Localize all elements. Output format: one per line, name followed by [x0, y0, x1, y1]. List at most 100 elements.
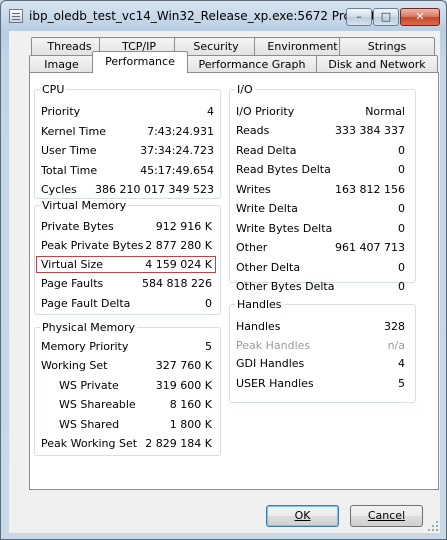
handles-value: 328 — [384, 320, 405, 333]
ws-shared-row: WS Shared 1 800 K — [59, 416, 212, 433]
maximize-button[interactable]: □ — [373, 8, 399, 26]
memory-priority-value: 5 — [205, 340, 212, 353]
total-time-row: Total Time 45:17:49.654 — [41, 162, 214, 179]
user-time-label: User Time — [41, 144, 97, 157]
other-bytes-delta-label: Other Bytes Delta — [236, 280, 335, 293]
kernel-time-value: 7:43:24.931 — [147, 125, 214, 138]
handles-label: Handles — [236, 320, 281, 333]
peak-private-bytes-value: 2 877 280 K — [145, 239, 212, 252]
tab-environment[interactable]: Environment — [254, 37, 351, 55]
virtual-size-value: 4 159 024 K — [145, 258, 212, 271]
user-time-row: User Time 37:34:24.723 — [41, 142, 214, 159]
tab-strings[interactable]: Strings — [339, 37, 435, 55]
ws-shareable-value: 8 160 K — [169, 398, 212, 411]
kernel-time-row: Kernel Time 7:43:24.931 — [41, 123, 214, 140]
physical-memory-group-title: Physical Memory — [42, 321, 135, 334]
page-fault-delta-value: 0 — [205, 297, 212, 310]
gdi-handles-row: GDI Handles 4 — [236, 355, 405, 372]
writes-row: Writes 163 812 156 — [236, 181, 405, 198]
other-delta-label: Other Delta — [236, 261, 301, 274]
tab-image[interactable]: Image — [29, 55, 94, 73]
ok-button-label: OK — [294, 509, 311, 522]
properties-window: ibp_oledb_test_vc14_Win32_Release_xp.exe… — [0, 0, 447, 540]
total-time-value: 45:17:49.654 — [140, 164, 214, 177]
kernel-time-label: Kernel Time — [41, 125, 106, 138]
ws-shared-value: 1 800 K — [169, 418, 212, 431]
other-delta-value: 0 — [398, 261, 405, 274]
app-icon — [9, 9, 23, 23]
ws-shared-label: WS Shared — [59, 418, 120, 431]
cpu-group: CPU Priority 4 Kernel Time 7:43:24.931 Use… — [34, 83, 221, 199]
peak-working-set-value: 2 829 184 K — [145, 437, 212, 450]
close-button[interactable]: ✕ — [400, 8, 440, 26]
other-row: Other 961 407 713 — [236, 239, 405, 256]
cycles-label: Cycles — [41, 183, 77, 196]
cancel-button[interactable]: Cancel — [350, 505, 423, 527]
gdi-handles-value: 4 — [398, 357, 405, 370]
tab-disk-and-network[interactable]: Disk and Network — [316, 55, 438, 73]
other-bytes-delta-value: 0 — [398, 280, 405, 293]
peak-private-bytes-label: Peak Private Bytes — [41, 239, 144, 252]
title-bar[interactable]: ibp_oledb_test_vc14_Win32_Release_xp.exe… — [1, 1, 446, 31]
working-set-value: 327 760 K — [155, 359, 212, 372]
ws-private-label: WS Private — [59, 379, 119, 392]
write-delta-label: Write Delta — [236, 202, 298, 215]
io-group-title: I/O — [237, 83, 253, 96]
cpu-priority-value: 4 — [207, 105, 214, 118]
tab-performance[interactable]: Performance — [92, 51, 188, 73]
other-label: Other — [236, 241, 268, 254]
handles-row: Handles 328 — [236, 318, 405, 335]
write-delta-value: 0 — [398, 202, 405, 215]
user-time-value: 37:34:24.723 — [140, 144, 214, 157]
read-delta-label: Read Delta — [236, 144, 297, 157]
working-set-label: Working Set — [41, 359, 108, 372]
virtual-size-label: Virtual Size — [41, 258, 104, 271]
peak-handles-value: n/a — [387, 339, 405, 352]
write-bytes-delta-label: Write Bytes Delta — [236, 222, 333, 235]
physical-memory-group: Physical Memory Memory Priority 5 Working… — [34, 321, 221, 456]
io-priority-row: I/O Priority Normal — [236, 103, 405, 120]
user-handles-row: USER Handles 5 — [236, 375, 405, 392]
read-delta-value: 0 — [398, 144, 405, 157]
ok-button[interactable]: OK — [266, 505, 339, 527]
read-delta-row: Read Delta 0 — [236, 142, 405, 159]
cancel-button-label: Cancel — [367, 509, 406, 522]
other-value: 961 407 713 — [335, 241, 405, 254]
other-bytes-delta-row: Other Bytes Delta 0 — [236, 278, 405, 295]
io-group: I/O I/O Priority Normal Reads 333 384 337 … — [229, 83, 416, 293]
read-bytes-delta-row: Read Bytes Delta 0 — [236, 161, 405, 178]
reads-label: Reads — [236, 124, 270, 137]
page-faults-label: Page Faults — [41, 277, 104, 290]
io-priority-value: Normal — [365, 105, 405, 118]
peak-private-bytes-row: Peak Private Bytes 2 877 280 K — [41, 237, 212, 254]
virtual-size-row: Virtual Size 4 159 024 K — [41, 256, 212, 273]
resize-grip[interactable] — [428, 521, 438, 531]
private-bytes-value: 912 916 K — [155, 220, 212, 233]
reads-value: 333 384 337 — [335, 124, 405, 137]
minimize-button[interactable]: – — [346, 8, 372, 26]
write-bytes-delta-value: 0 — [398, 222, 405, 235]
writes-value: 163 812 156 — [335, 183, 405, 196]
page-fault-delta-row: Page Fault Delta 0 — [41, 295, 212, 312]
handles-group: Handles Handles 328 Peak Handles n/a GDI H… — [229, 298, 416, 403]
ws-private-value: 319 600 K — [155, 379, 212, 392]
private-bytes-row: Private Bytes 912 916 K — [41, 218, 212, 235]
io-priority-label: I/O Priority — [236, 105, 295, 118]
reads-row: Reads 333 384 337 — [236, 122, 405, 139]
total-time-label: Total Time — [41, 164, 98, 177]
window-title: ibp_oledb_test_vc14_Win32_Release_xp.exe… — [29, 9, 393, 23]
read-bytes-delta-value: 0 — [398, 163, 405, 176]
memory-priority-label: Memory Priority — [41, 340, 129, 353]
working-set-row: Working Set 327 760 K — [41, 357, 212, 374]
tab-performance-graph[interactable]: Performance Graph — [185, 55, 319, 73]
page-faults-row: Page Faults 584 818 226 — [41, 275, 212, 292]
ws-private-row: WS Private 319 600 K — [59, 377, 212, 394]
cycles-row: Cycles 386 210 017 349 523 — [41, 181, 214, 198]
peak-handles-row: Peak Handles n/a — [236, 337, 405, 354]
peak-working-set-row: Peak Working Set 2 829 184 K — [41, 435, 212, 452]
cpu-group-title: CPU — [42, 83, 65, 96]
page-faults-value: 584 818 226 — [142, 277, 212, 290]
handles-group-title: Handles — [237, 298, 282, 311]
other-delta-row: Other Delta 0 — [236, 259, 405, 276]
virtual-memory-group-title: Virtual Memory — [42, 199, 127, 212]
